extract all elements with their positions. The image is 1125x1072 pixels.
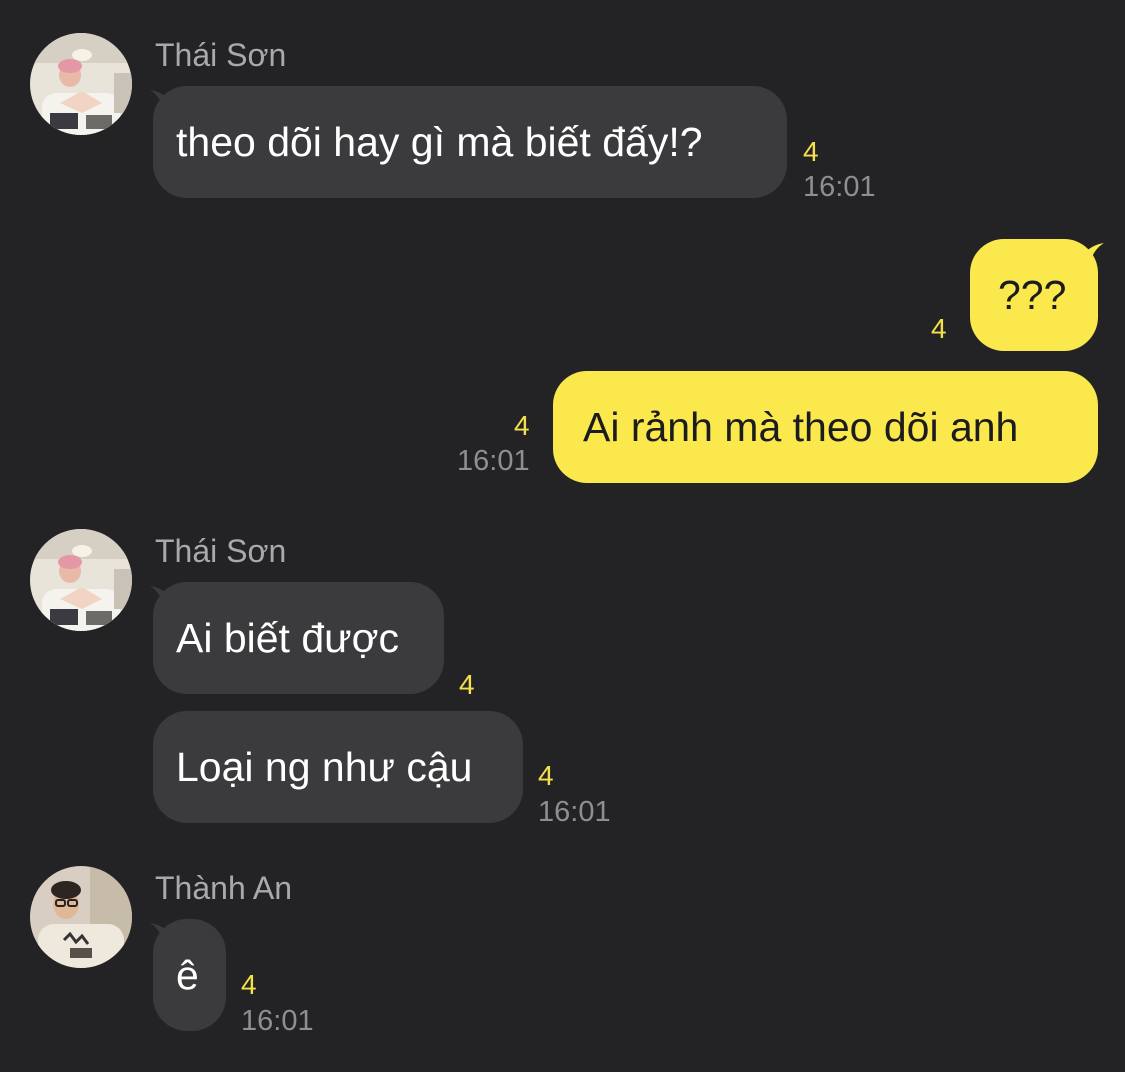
message-time: 16:01 [803,171,876,203]
sender-name: Thành An [155,870,292,906]
unread-count: 4 [241,969,257,1000]
unread-count: 4 [459,669,475,700]
sender-name: Thái Sơn [155,37,287,73]
message-bubble[interactable]: theo dõi hay gì mà biết đấy!? [153,86,787,198]
message-text: Loại ng như cậu [176,744,473,790]
message-text: theo dõi hay gì mà biết đấy!? [176,119,703,165]
chat-thread: Thái Sơn theo dõi hay gì mà biết đấy!? 4… [0,0,1125,1072]
message-bubble[interactable]: Loại ng như cậu [153,711,523,823]
avatar-photo [30,33,132,135]
message-text: ??? [998,272,1067,318]
sender-name: Thái Sơn [155,533,287,569]
message-bubble[interactable]: ??? [970,239,1098,351]
message-text: Ai biết được [176,615,399,661]
unread-count: 4 [538,760,554,791]
message-bubble[interactable]: ê [153,919,226,1031]
message-time: 16:01 [538,796,611,828]
avatar-thai-son[interactable] [30,33,132,135]
avatar-thai-son[interactable] [30,529,132,631]
avatar-photo [30,529,132,631]
message-bubble[interactable]: Ai rảnh mà theo dõi anh [553,371,1098,483]
unread-count: 4 [803,136,819,167]
message-text: ê [176,952,199,998]
avatar-photo [30,866,132,968]
message-text: Ai rảnh mà theo dõi anh [583,404,1019,450]
message-time: 16:01 [241,1005,314,1037]
message-bubble[interactable]: Ai biết được [153,582,444,694]
avatar-thanh-an[interactable] [30,866,132,968]
unread-count: 4 [931,313,947,344]
unread-count: 4 [514,410,530,441]
message-time: 16:01 [457,445,530,477]
